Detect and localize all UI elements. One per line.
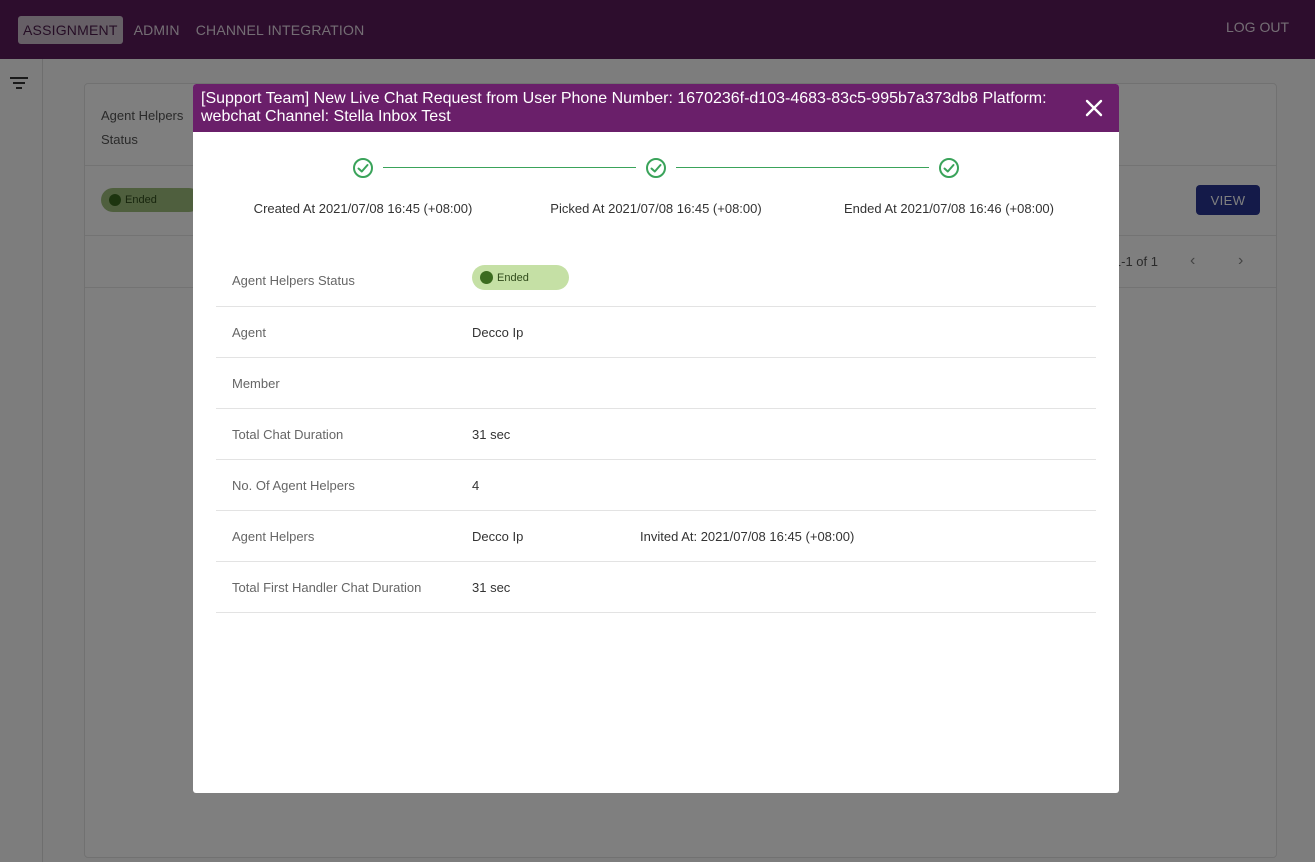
- step-label-ended: Ended At 2021/07/08 16:46 (+08:00): [844, 201, 1054, 216]
- detail-row-agent: Agent Decco Ip: [216, 307, 1096, 358]
- status-dot-icon: [480, 271, 493, 284]
- detail-label: No. Of Agent Helpers: [232, 477, 355, 493]
- detail-label: Agent: [232, 324, 266, 340]
- check-circle-icon: [646, 158, 666, 178]
- detail-label: Member: [232, 375, 280, 391]
- detail-row-helpers: Agent Helpers Decco Ip Invited At: 2021/…: [216, 511, 1096, 562]
- helper-invited-at: Invited At: 2021/07/08 16:45 (+08:00): [640, 528, 855, 544]
- detail-value: Decco Ip: [472, 324, 524, 340]
- step-connector: [676, 167, 929, 168]
- detail-value: 31 sec: [472, 579, 511, 595]
- detail-value: 4: [472, 477, 480, 493]
- detail-label: Total Chat Duration: [232, 426, 344, 442]
- status-stepper: Created At 2021/07/08 16:45 (+08:00) Pic…: [193, 156, 1119, 216]
- detail-row-helper-count: No. Of Agent Helpers 4: [216, 460, 1096, 511]
- detail-table: Agent Helpers Status Ended Agent Decco I…: [216, 255, 1096, 613]
- detail-value: Decco Ip: [472, 528, 524, 544]
- detail-value: 31 sec: [472, 426, 511, 442]
- detail-row-member: Member: [216, 358, 1096, 409]
- check-circle-icon: [939, 158, 959, 178]
- status-badge-label: Ended: [497, 271, 529, 284]
- modal-title: [Support Team] New Live Chat Request fro…: [201, 90, 1047, 125]
- chat-detail-modal: [Support Team] New Live Chat Request fro…: [193, 84, 1119, 793]
- detail-label: Total First Handler Chat Duration: [232, 579, 422, 595]
- detail-label: Agent Helpers Status: [232, 273, 355, 288]
- detail-row-duration: Total Chat Duration 31 sec: [216, 409, 1096, 460]
- status-badge: Ended: [472, 265, 569, 290]
- step-label-created: Created At 2021/07/08 16:45 (+08:00): [253, 201, 473, 216]
- check-circle-icon: [353, 158, 373, 178]
- step-connector: [383, 167, 636, 168]
- step-label-picked: Picked At 2021/07/08 16:45 (+08:00): [550, 201, 762, 216]
- detail-row-first-handler: Total First Handler Chat Duration 31 sec: [216, 562, 1096, 613]
- close-icon[interactable]: [1083, 97, 1105, 119]
- detail-label: Agent Helpers: [232, 528, 315, 544]
- modal-header: [Support Team] New Live Chat Request fro…: [193, 84, 1119, 132]
- detail-row-status: Agent Helpers Status Ended: [216, 255, 1096, 307]
